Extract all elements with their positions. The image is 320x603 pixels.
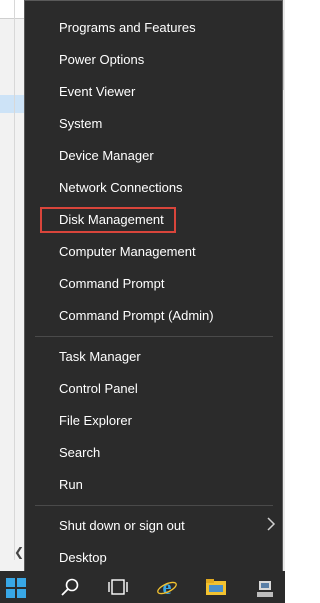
svg-text:e: e — [163, 577, 172, 598]
network-icon[interactable] — [255, 577, 277, 599]
internet-explorer-icon[interactable]: e — [156, 576, 178, 598]
menu-separator — [35, 505, 273, 506]
task-view-icon[interactable] — [108, 578, 128, 596]
windows-start-icon[interactable] — [6, 578, 26, 598]
chevron-right-icon — [267, 517, 276, 531]
menu-item-shut-down-or-sign-out[interactable]: Shut down or sign out — [59, 515, 185, 537]
menu-item-search[interactable]: Search — [59, 442, 100, 464]
menu-item-desktop[interactable]: Desktop — [59, 547, 107, 569]
menu-item-run[interactable]: Run — [59, 474, 83, 496]
menu-item-task-manager[interactable]: Task Manager — [59, 346, 141, 368]
search-icon[interactable] — [60, 577, 80, 597]
menu-item-network-connections[interactable]: Network Connections — [59, 177, 183, 199]
background-scroll-arrow-icon[interactable]: ❮ — [14, 545, 24, 559]
menu-item-device-manager[interactable]: Device Manager — [59, 145, 154, 167]
menu-item-computer-management[interactable]: Computer Management — [59, 241, 196, 263]
menu-item-system[interactable]: System — [59, 113, 102, 135]
taskbar: e — [0, 571, 285, 603]
winx-context-menu: Programs and Features Power Options Even… — [24, 0, 283, 580]
menu-separator — [35, 336, 273, 337]
menu-item-file-explorer[interactable]: File Explorer — [59, 410, 132, 432]
menu-item-event-viewer[interactable]: Event Viewer — [59, 81, 135, 103]
menu-item-disk-management[interactable]: Disk Management — [59, 209, 164, 231]
menu-item-programs-and-features[interactable]: Programs and Features — [59, 17, 196, 39]
menu-item-power-options[interactable]: Power Options — [59, 49, 144, 71]
menu-item-control-panel[interactable]: Control Panel — [59, 378, 138, 400]
menu-item-command-prompt[interactable]: Command Prompt — [59, 273, 164, 295]
background-divider — [14, 0, 15, 560]
menu-item-command-prompt-admin[interactable]: Command Prompt (Admin) — [59, 305, 214, 327]
file-explorer-icon[interactable] — [205, 578, 227, 596]
